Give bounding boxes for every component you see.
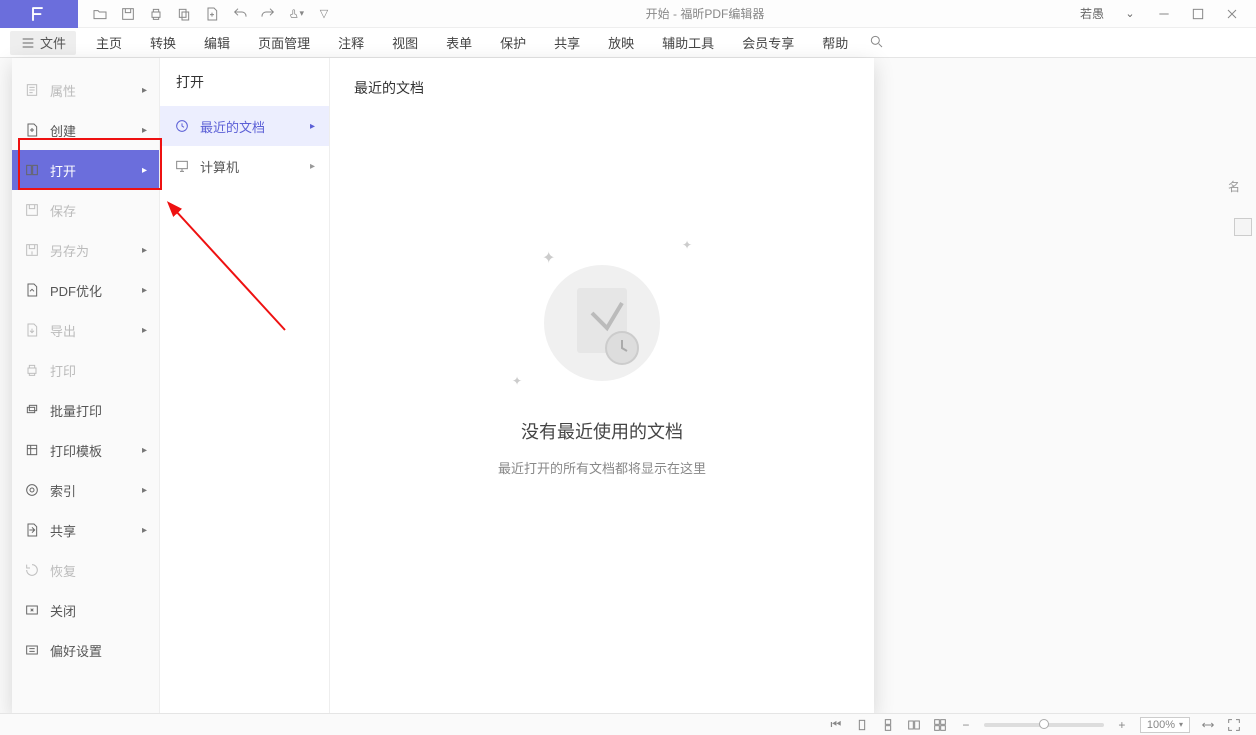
- file-item-optimize[interactable]: PDF优化▸: [12, 270, 159, 310]
- sub-item-recent[interactable]: 最近的文档 ▸: [160, 106, 329, 146]
- ribbon-tabs: 主页 转换 编辑 页面管理 注释 视图 表单 保护 共享 放映 辅助工具 会员专…: [82, 33, 848, 52]
- chevron-right-icon: ▸: [142, 525, 147, 536]
- file-menu-sidebar: 属性▸ 创建▸ 打开▸ 保存 另存为▸ PDF优化▸ 导出▸ 打印 批量打印 打…: [12, 58, 160, 713]
- touch-icon[interactable]: ▾: [288, 6, 304, 22]
- zoom-value[interactable]: 100%▾: [1140, 717, 1190, 733]
- zoom-slider[interactable]: [984, 723, 1104, 727]
- chevron-right-icon: ▸: [142, 85, 147, 96]
- zoom-slider-knob[interactable]: [1039, 719, 1049, 729]
- view-facing-continuous-icon[interactable]: [932, 717, 948, 733]
- empty-subtext: 最近打开的所有文档都将显示在这里: [354, 458, 850, 477]
- open-icon[interactable]: [92, 6, 108, 22]
- file-tab-label: 文件: [40, 33, 66, 52]
- print-icon[interactable]: [148, 6, 164, 22]
- nav-first-icon[interactable]: ⏮: [828, 717, 844, 733]
- file-item-saveas[interactable]: 另存为▸: [12, 230, 159, 270]
- file-item-open[interactable]: 打开▸: [12, 150, 159, 190]
- tab-comment[interactable]: 注释: [338, 33, 364, 52]
- tab-view[interactable]: 视图: [392, 33, 418, 52]
- tab-protect[interactable]: 保护: [500, 33, 526, 52]
- tab-home[interactable]: 主页: [96, 33, 122, 52]
- quick-access-toolbar: ▾ ▽: [78, 6, 346, 22]
- file-item-save[interactable]: 保存: [12, 190, 159, 230]
- fit-width-icon[interactable]: [1200, 717, 1216, 733]
- chevron-right-icon: ▸: [142, 485, 147, 496]
- app-logo: [0, 0, 78, 28]
- save-icon[interactable]: [120, 6, 136, 22]
- window-controls: 若愚 ⌄: [1064, 5, 1256, 22]
- search-icon[interactable]: [868, 33, 884, 52]
- tab-present[interactable]: 放映: [608, 33, 634, 52]
- sub-item-computer[interactable]: 计算机 ▸: [160, 146, 329, 186]
- view-continuous-icon[interactable]: [880, 717, 896, 733]
- fullscreen-icon[interactable]: [1226, 717, 1242, 733]
- file-sub-panel: 打开 最近的文档 ▸ 计算机 ▸: [160, 58, 330, 713]
- empty-state: ✦ ✦ ✦ 没有最近使用的文档 最近打开的所有文档都将显示在这里: [354, 248, 850, 477]
- user-name[interactable]: 若愚: [1080, 5, 1104, 22]
- statusbar: ⏮ − + 100%▾: [0, 713, 1256, 735]
- file-item-print-template[interactable]: 打印模板▸: [12, 430, 159, 470]
- tab-accessibility[interactable]: 辅助工具: [662, 33, 714, 52]
- zoom-out-icon[interactable]: −: [958, 717, 974, 733]
- new-page-icon[interactable]: [204, 6, 220, 22]
- copy-icon[interactable]: [176, 6, 192, 22]
- minimize-button[interactable]: [1156, 6, 1172, 22]
- tab-share[interactable]: 共享: [554, 33, 580, 52]
- tab-vip[interactable]: 会员专享: [742, 33, 794, 52]
- file-tab[interactable]: 文件: [10, 31, 76, 55]
- file-menu-panel: 属性▸ 创建▸ 打开▸ 保存 另存为▸ PDF优化▸ 导出▸ 打印 批量打印 打…: [12, 58, 874, 713]
- file-item-create[interactable]: 创建▸: [12, 110, 159, 150]
- maximize-button[interactable]: [1190, 6, 1206, 22]
- file-main-title: 最近的文档: [354, 78, 850, 98]
- chevron-right-icon: ▸: [142, 165, 147, 176]
- chevron-right-icon: ▸: [310, 121, 315, 132]
- user-dropdown-icon[interactable]: ⌄: [1122, 6, 1138, 22]
- zoom-in-icon[interactable]: +: [1114, 717, 1130, 733]
- chevron-right-icon: ▸: [142, 125, 147, 136]
- file-item-index[interactable]: 索引▸: [12, 470, 159, 510]
- file-item-recover[interactable]: 恢复: [12, 550, 159, 590]
- view-single-icon[interactable]: [854, 717, 870, 733]
- right-panel-label: 名: [1228, 178, 1240, 195]
- chevron-right-icon: ▸: [142, 245, 147, 256]
- file-sub-title: 打开: [160, 72, 329, 106]
- file-item-batch-print[interactable]: 批量打印: [12, 390, 159, 430]
- empty-illustration: ✦ ✦ ✦: [532, 248, 672, 398]
- file-main-panel: 最近的文档 ✦ ✦ ✦ 没有最近使用的文档 最近打开的所有文档都将显示在这里: [330, 58, 874, 713]
- tab-help[interactable]: 帮助: [822, 33, 848, 52]
- chevron-right-icon: ▸: [310, 161, 315, 172]
- view-facing-icon[interactable]: [906, 717, 922, 733]
- tab-convert[interactable]: 转换: [150, 33, 176, 52]
- file-item-properties[interactable]: 属性▸: [12, 70, 159, 110]
- right-panel-toggle[interactable]: [1234, 218, 1252, 236]
- undo-icon[interactable]: [232, 6, 248, 22]
- tab-form[interactable]: 表单: [446, 33, 472, 52]
- file-item-export[interactable]: 导出▸: [12, 310, 159, 350]
- redo-icon[interactable]: [260, 6, 276, 22]
- file-item-close[interactable]: 关闭: [12, 590, 159, 630]
- tab-pages[interactable]: 页面管理: [258, 33, 310, 52]
- tab-edit[interactable]: 编辑: [204, 33, 230, 52]
- titlebar: ▾ ▽ 开始 - 福昕PDF编辑器 若愚 ⌄: [0, 0, 1256, 28]
- file-item-share[interactable]: 共享▸: [12, 510, 159, 550]
- chevron-right-icon: ▸: [142, 445, 147, 456]
- chevron-right-icon: ▸: [142, 285, 147, 296]
- empty-heading: 没有最近使用的文档: [354, 418, 850, 444]
- file-item-preferences[interactable]: 偏好设置: [12, 630, 159, 670]
- close-button[interactable]: [1224, 6, 1240, 22]
- chevron-right-icon: ▸: [142, 325, 147, 336]
- ribbon: 文件 主页 转换 编辑 页面管理 注释 视图 表单 保护 共享 放映 辅助工具 …: [0, 28, 1256, 58]
- qat-dropdown-icon[interactable]: ▽: [316, 6, 332, 22]
- window-title: 开始 - 福昕PDF编辑器: [346, 5, 1064, 22]
- file-item-print[interactable]: 打印: [12, 350, 159, 390]
